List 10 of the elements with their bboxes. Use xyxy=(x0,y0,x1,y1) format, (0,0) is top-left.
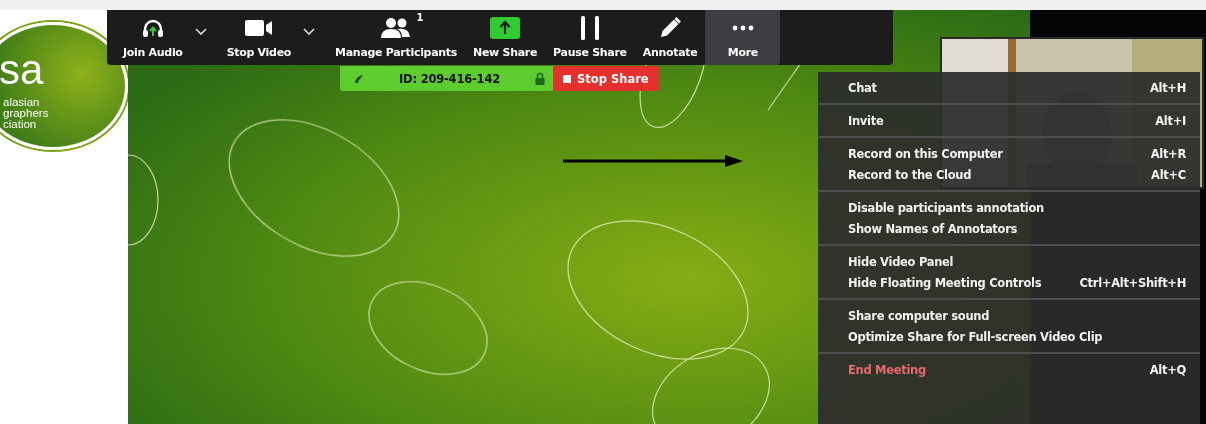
shortcut-text: Alt+R xyxy=(1150,146,1186,161)
shortcut-text: Alt+H xyxy=(1149,80,1186,95)
shortcut-text: Ctrl+Alt+Shift+H xyxy=(1079,275,1186,290)
logo-mark: sa xyxy=(0,49,44,91)
logo-text: ciation xyxy=(3,119,37,130)
shortcut-text: Alt+Q xyxy=(1149,362,1186,377)
logo-text: graphers xyxy=(3,108,49,119)
logo-text: alasian xyxy=(3,97,41,108)
shortcut-text: Alt+C xyxy=(1151,167,1186,182)
shortcut-text: Alt+I xyxy=(1155,113,1186,128)
